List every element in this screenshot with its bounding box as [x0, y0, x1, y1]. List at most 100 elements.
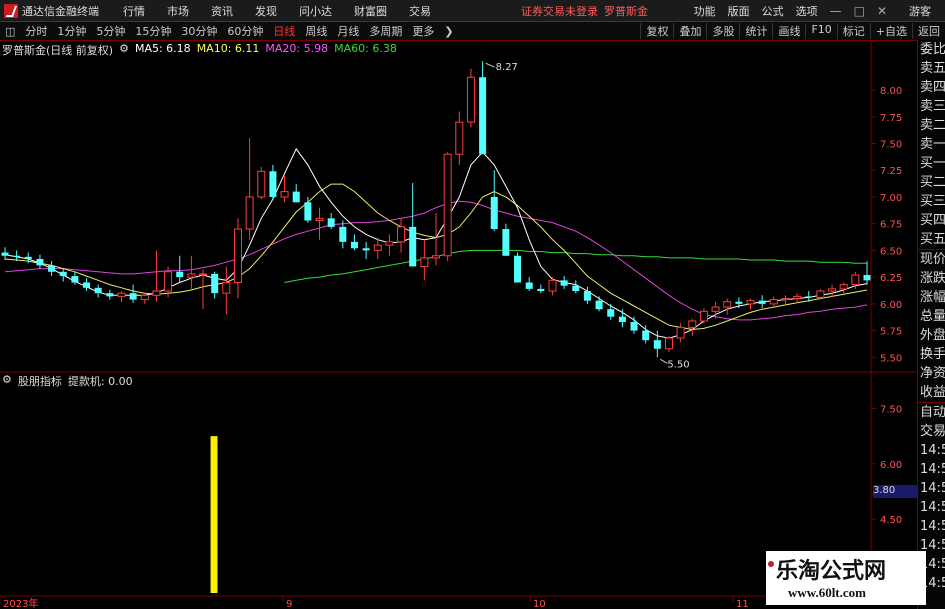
y-tick-label: 7.75	[880, 113, 902, 124]
price-badge: 3.80	[873, 485, 917, 498]
watermark-dot-icon	[768, 561, 774, 567]
candle-body	[117, 292, 126, 297]
candle-body	[327, 218, 335, 227]
candle-body	[373, 244, 382, 251]
side-row: 涨幅	[920, 290, 945, 305]
candle-body	[129, 293, 137, 300]
candle-body	[514, 255, 522, 283]
candle-body	[187, 273, 196, 278]
y-tick-label: 8.00	[880, 86, 902, 97]
candle-body	[432, 255, 440, 259]
candle-body	[152, 290, 161, 296]
candle-body	[233, 228, 242, 283]
x-tick-label: 2023年	[3, 597, 38, 609]
side-row: 换手	[920, 347, 945, 362]
candle-body	[537, 288, 545, 292]
candle-body	[653, 340, 661, 349]
candle-body	[630, 322, 638, 331]
indicator-bar	[210, 436, 218, 593]
candle-body	[676, 326, 685, 339]
y-tick-label: 7.50	[880, 140, 902, 151]
candle-body	[1, 252, 9, 256]
y-tick-label: 5.50	[880, 353, 902, 364]
candle-body	[420, 257, 429, 267]
candle-body	[851, 274, 860, 286]
candle-body	[350, 241, 358, 249]
indicator-y-tick-label: 7.50	[880, 404, 902, 415]
side-row: 14:56	[920, 462, 945, 477]
candle-body	[863, 275, 871, 281]
candle-body	[735, 301, 743, 304]
side-row: 买三	[920, 194, 945, 209]
candle-body	[583, 291, 591, 301]
y-tick-label: 7.00	[880, 193, 902, 204]
candle-body	[269, 171, 277, 197]
candle-body	[525, 282, 533, 289]
indicator-y-tick-label: 4.50	[880, 515, 902, 526]
y-tick-label: 7.25	[880, 166, 902, 177]
candle-body	[409, 226, 417, 267]
candle-body	[94, 287, 102, 294]
candle-body	[688, 320, 697, 328]
candle-body	[292, 191, 300, 203]
candle-body	[443, 153, 452, 257]
candle-body	[280, 191, 289, 198]
watermark-title: 乐淘公式网	[776, 559, 887, 584]
side-row: 涨跌	[920, 271, 945, 286]
side-row: 卖四	[920, 80, 945, 95]
side-row: 卖一	[920, 137, 945, 152]
candle-body	[397, 226, 406, 243]
candle-body	[48, 265, 56, 272]
side-row: 买一	[920, 156, 945, 171]
side-row: 买二	[920, 175, 945, 190]
y-tick-label: 6.25	[880, 273, 902, 284]
candle-body	[548, 279, 557, 292]
side-row: 14:56	[920, 519, 945, 534]
candle-body	[572, 285, 580, 292]
candle-body	[362, 248, 370, 251]
candle-body	[83, 282, 91, 288]
side-row: 卖五	[920, 61, 945, 76]
candle-body	[664, 337, 673, 350]
low-pointer	[660, 358, 668, 364]
high-pointer	[485, 62, 495, 68]
candle-body	[140, 294, 149, 301]
candle-body	[36, 258, 44, 266]
y-tick-label: 5.75	[880, 327, 902, 338]
side-row: 净资	[920, 366, 945, 381]
x-tick-label: 11	[736, 599, 749, 609]
candle-body	[71, 276, 79, 283]
candle-body	[607, 309, 615, 317]
candle-body	[245, 196, 254, 230]
candle-body	[339, 226, 347, 242]
candle-body	[13, 255, 21, 257]
x-tick-label: 10	[533, 599, 546, 609]
side-row: 总量	[920, 309, 945, 324]
side-row: 买四	[920, 213, 945, 228]
y-tick-label: 6.00	[880, 300, 902, 311]
side-row: 卖三	[920, 99, 945, 114]
candle-body	[828, 288, 837, 292]
watermark-url: www.60lt.com	[788, 585, 866, 600]
y-tick-label: 6.75	[880, 220, 902, 231]
side-row: 买五	[920, 232, 945, 247]
candle-body	[24, 256, 32, 259]
candle-body	[805, 296, 813, 298]
side-row: 14:56	[920, 481, 945, 496]
candle-body	[315, 217, 324, 221]
ma60-line	[284, 249, 867, 283]
candle-body	[746, 300, 755, 305]
high-label: 8.27	[496, 62, 518, 73]
candle-body	[211, 273, 219, 294]
candle-body	[257, 170, 266, 198]
candle-body	[816, 290, 825, 298]
candle-body	[455, 121, 464, 155]
side-row: 交易	[920, 424, 945, 439]
candle-body	[164, 271, 173, 292]
y-tick-label: 6.50	[880, 246, 902, 257]
candle-body	[560, 280, 568, 286]
candle-body	[723, 301, 732, 308]
candle-body	[793, 295, 802, 300]
kline-chart[interactable]: 5.50 5.75 6.00 6.25 6.50 6.75 7.00 7.25 7.50 7.75…	[0, 0, 917, 609]
candle-body	[769, 299, 778, 305]
